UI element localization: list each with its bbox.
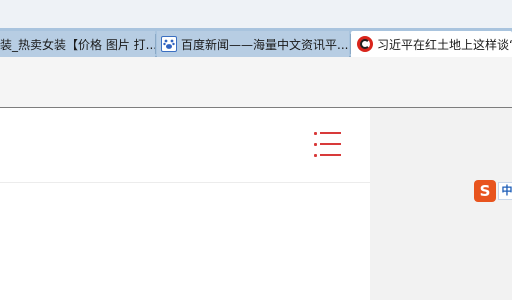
- header-divider: [0, 182, 370, 183]
- tab-label: 装_热卖女装【价格 图片 打...: [0, 37, 155, 52]
- menu-dot: [314, 143, 317, 146]
- sogou-ime-toolbar[interactable]: S 中: [474, 180, 512, 202]
- tab-separator: [155, 34, 156, 54]
- tab-label: 百度新闻——海量中文资讯平...: [181, 37, 349, 52]
- baidu-paw-icon: [161, 36, 177, 52]
- menu-list-icon[interactable]: [314, 132, 342, 158]
- right-sidebar: S 中: [370, 108, 512, 300]
- tab-bar: 装_热卖女装【价格 图片 打... 百度新闻——海量中文资讯平... 习近平在红…: [0, 28, 512, 57]
- menu-line: [320, 132, 341, 134]
- sogou-logo-icon: S: [474, 180, 496, 202]
- menu-dot: [314, 132, 317, 135]
- menu-line: [320, 154, 341, 156]
- ime-mode-indicator[interactable]: 中: [498, 182, 512, 200]
- red-c-icon: [357, 36, 373, 52]
- tab-baidu-news[interactable]: 百度新闻——海量中文资讯平...: [157, 31, 349, 57]
- tab-label: 习近平在红土地上这样谈“: [377, 37, 512, 52]
- menu-dot: [314, 154, 317, 157]
- tab-clothing-shop[interactable]: 装_热卖女装【价格 图片 打...: [0, 31, 155, 57]
- page-content: [0, 108, 370, 300]
- browser-toolbar: [0, 57, 512, 108]
- menu-line: [320, 143, 341, 145]
- window-top-strip: [0, 0, 512, 28]
- tab-xinhua-article[interactable]: 习近平在红土地上这样谈“: [351, 31, 512, 57]
